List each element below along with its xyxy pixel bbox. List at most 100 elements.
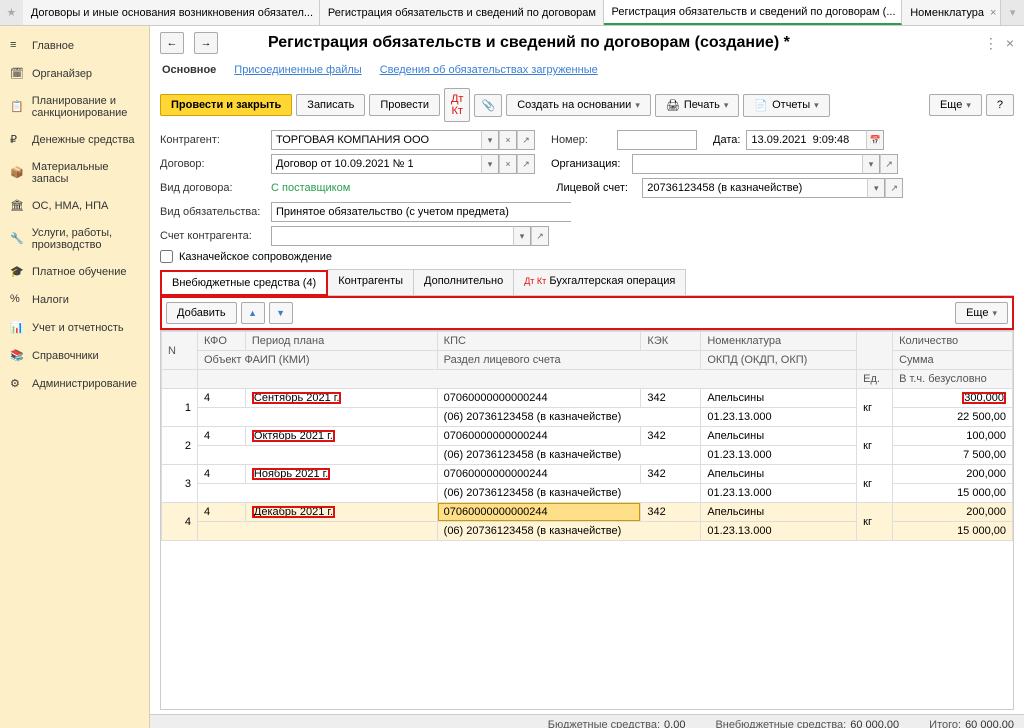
table-row[interactable]: 14Сентябрь 2021 г.07060000000000244342Ап… [162,389,1013,408]
sidebar-item-inventory[interactable]: 📦Материальные запасы [0,154,149,192]
open-icon[interactable]: ↗ [885,178,903,198]
sidebar-item-cash[interactable]: ₽ Денежные средства [0,126,149,154]
tab-additional[interactable]: Дополнительно [413,269,514,295]
sidebar-item-admin[interactable]: ⚙Администрирование [0,370,149,398]
app-tabs-bar: ★ Договоры и иные основания возникновени… [0,0,1024,26]
move-down-button[interactable] [269,302,293,324]
tab-extrabudget[interactable]: Внебюджетные средства (4) [160,270,328,296]
sidebar-item-taxes[interactable]: %Налоги [0,286,149,314]
favorite-icon[interactable]: ★ [0,0,23,25]
dropdown-icon[interactable]: ▾ [481,154,499,174]
app-tab[interactable]: Номенклатура× [902,0,1001,25]
extrabudget-label: Внебюджетные средства: [715,719,846,728]
tab-accounting[interactable]: Дт Кт Бухгалтерская операция [513,269,686,295]
sidebar-item-services[interactable]: 🔧Услуги, работы, производство [0,220,149,258]
dropdown-icon[interactable]: ▾ [867,178,885,198]
clear-icon[interactable]: × [499,130,517,150]
nav-forward-button[interactable]: → [194,32,218,54]
col-n[interactable]: N [162,332,198,370]
col-kfo[interactable]: КФО [197,332,245,351]
sidebar-item-label: Администрирование [32,378,137,390]
col-unit[interactable] [857,332,893,370]
reports-button[interactable]: 📄 Отчеты [743,94,829,117]
sidebar-item-planning[interactable]: 📋Планирование и санкционирование [0,88,149,126]
open-icon[interactable]: ↗ [531,226,549,246]
sidebar-item-assets[interactable]: 🏛ОС, НМА, НПА [0,192,149,220]
help-button[interactable]: ? [986,94,1014,116]
app-tab-label: Регистрация обязательств и сведений по д… [328,7,596,19]
more-button[interactable]: Еще [955,302,1008,324]
dropdown-icon[interactable]: ▾ [481,130,499,150]
app-tab[interactable]: Регистрация обязательств и сведений по д… [320,0,604,25]
nav-back-button[interactable]: ← [160,32,184,54]
org-input[interactable] [632,154,862,174]
graduation-icon: 🎓 [10,265,24,279]
clear-icon[interactable]: × [499,154,517,174]
treasury-checkbox[interactable] [160,250,173,263]
dropdown-icon[interactable]: ▾ [513,226,531,246]
more-button[interactable]: Еще [929,94,982,116]
sidebar-item-organizer[interactable]: 🗓Органайзер [0,60,149,88]
col-period[interactable]: Период плана [245,332,437,351]
menu-icon[interactable]: ⋮ [984,35,998,52]
sidebar-item-label: Материальные запасы [32,161,139,185]
clipboard-icon: 📋 [10,100,24,114]
org-label: Организация: [551,158,626,170]
cp-account-input[interactable] [271,226,513,246]
ruble-icon: ₽ [10,133,24,147]
post-close-button[interactable]: Провести и закрыть [160,94,292,116]
sidebar-item-label: Денежные средства [32,134,134,146]
dropdown-icon[interactable]: ▾ [862,154,880,174]
sub-tab-files[interactable]: Присоединенные файлы [234,64,361,76]
sidebar-item-catalogs[interactable]: 📚Справочники [0,342,149,370]
add-button[interactable]: Добавить [166,302,237,324]
open-icon[interactable]: ↗ [880,154,898,174]
obligation-type-input[interactable] [271,202,571,222]
sidebar-item-main[interactable]: ≡Главное [0,32,149,60]
app-tab-label: Договоры и иные основания возникновения … [31,7,313,19]
date-input[interactable] [746,130,866,150]
attach-button[interactable]: 📎 [474,94,502,117]
col-uncond[interactable]: В т.ч. безусловно [893,370,1013,389]
account-input[interactable] [642,178,867,198]
data-grid[interactable]: N КФО Период плана КПС КЭК Номенклатура … [160,330,1014,710]
move-up-button[interactable] [241,302,265,324]
extrabudget-value: 60 000,00 [850,719,899,728]
create-based-button[interactable]: Создать на основании [506,94,651,116]
print-button[interactable]: 🖨 Печать [655,94,740,117]
tab-counterparties[interactable]: Контрагенты [327,269,414,295]
col-unit-h[interactable]: Ед. [857,370,893,389]
sub-tab-info[interactable]: Сведения об обязательствах загруженные [380,64,598,76]
app-tab[interactable]: Регистрация обязательств и сведений по д… [604,0,903,25]
close-icon[interactable]: × [1006,35,1014,52]
sidebar-item-reporting[interactable]: 📊Учет и отчетность [0,314,149,342]
sidebar: ≡Главное 🗓Органайзер 📋Планирование и сан… [0,26,150,728]
calendar-icon[interactable]: 📅 [866,130,884,150]
open-icon[interactable]: ↗ [517,130,535,150]
counterparty-input[interactable] [271,130,481,150]
col-section[interactable]: Раздел лицевого счета [437,351,701,370]
col-kek[interactable]: КЭК [641,332,701,351]
col-nom[interactable]: Номенклатура [701,332,857,351]
table-row[interactable]: 44Декабрь 2021 г.07060000000000244342Апе… [162,503,1013,522]
col-qty[interactable]: Количество [893,332,1013,351]
post-button[interactable]: Провести [369,94,440,116]
open-icon[interactable]: ↗ [517,154,535,174]
col-kps[interactable]: КПС [437,332,641,351]
dropdown-icon[interactable]: ▾ [1001,0,1024,25]
sub-tab-main[interactable]: Основное [162,64,216,76]
app-tab[interactable]: Договоры и иные основания возникновения … [23,0,320,25]
sidebar-item-label: Главное [32,40,74,52]
close-icon[interactable]: × [990,7,996,19]
dt-kt-button[interactable]: ДтКт [444,88,471,122]
percent-icon: % [10,293,24,307]
col-okpd[interactable]: ОКПД (ОКДП, ОКП) [701,351,857,370]
col-sum[interactable]: Сумма [893,351,1013,370]
number-input[interactable] [617,130,697,150]
col-faip[interactable]: Объект ФАИП (КМИ) [197,351,437,370]
sidebar-item-education[interactable]: 🎓Платное обучение [0,258,149,286]
save-button[interactable]: Записать [296,94,365,116]
table-row[interactable]: 24Октябрь 2021 г.07060000000000244342Апе… [162,427,1013,446]
contract-input[interactable] [271,154,481,174]
table-row[interactable]: 34Ноябрь 2021 г.07060000000000244342Апел… [162,465,1013,484]
